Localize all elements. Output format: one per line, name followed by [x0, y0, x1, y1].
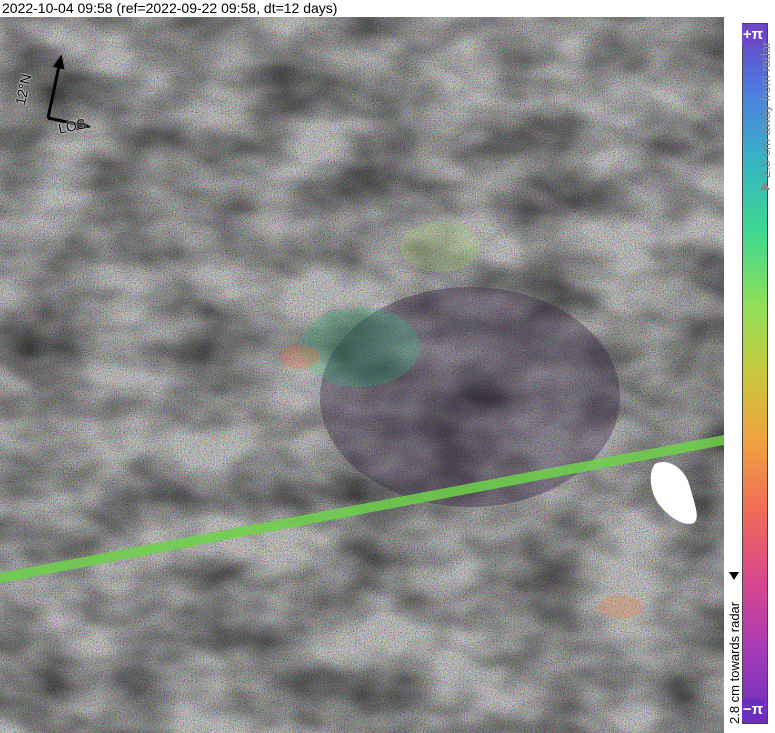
down-arrow-icon [729, 566, 739, 580]
colorbar-upper-text: 2.8 cm away from radar [758, 41, 773, 178]
timestamp-title: 2022-10-04 09:58 (ref=2022-09-22 09:58, … [0, 0, 724, 17]
up-arrow-icon [760, 182, 770, 200]
colorbar-bottom-label: −π [742, 699, 764, 721]
interferogram-map[interactable]: 12°N LOS [0, 17, 724, 733]
colorbar-lower-text: 2.8 cm towards radar [727, 601, 742, 724]
interferogram-image [0, 17, 724, 733]
